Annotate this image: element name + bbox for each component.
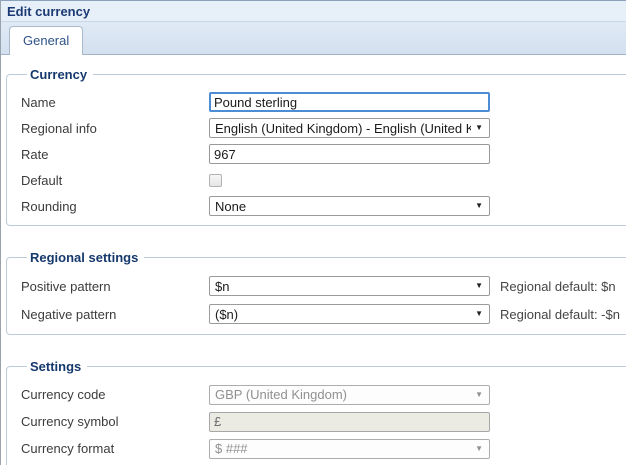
section-regional-settings: Regional settings Positive pattern $n ▼ … [6, 250, 626, 335]
rounding-label: Rounding [21, 199, 209, 214]
currency-code-value: GBP (United Kingdom) [215, 387, 471, 402]
chevron-down-icon: ▼ [475, 124, 483, 132]
positive-pattern-row: Positive pattern $n ▼ Regional default: … [21, 272, 626, 300]
positive-pattern-default-note: Regional default: $n [500, 279, 616, 294]
chevron-down-icon: ▼ [475, 391, 483, 399]
section-currency-legend: Currency [27, 67, 93, 82]
positive-pattern-label: Positive pattern [21, 279, 209, 294]
currency-format-label: Currency format [21, 441, 209, 456]
currency-format-select: $ ### ▼ [209, 439, 490, 459]
currency-symbol-label: Currency symbol [21, 414, 209, 429]
currency-symbol-input [209, 412, 490, 432]
chevron-down-icon: ▼ [475, 310, 483, 318]
currency-symbol-row: Currency symbol [21, 408, 626, 435]
regional-info-select[interactable]: English (United Kingdom) - English (Unit… [209, 118, 490, 138]
page-title: Edit currency [7, 4, 90, 19]
title-bar: Edit currency [1, 0, 626, 22]
negative-pattern-value: ($n) [215, 307, 471, 322]
default-row: Default [21, 167, 626, 193]
chevron-down-icon: ▼ [475, 202, 483, 210]
currency-code-row: Currency code GBP (United Kingdom) ▼ [21, 381, 626, 408]
tab-bar: General [1, 22, 626, 55]
edit-currency-panel: Edit currency General Currency Name Regi… [0, 0, 626, 465]
regional-info-value: English (United Kingdom) - English (Unit… [215, 121, 471, 136]
default-label: Default [21, 173, 209, 188]
negative-pattern-select[interactable]: ($n) ▼ [209, 304, 490, 324]
name-label: Name [21, 95, 209, 110]
rounding-select[interactable]: None ▼ [209, 196, 490, 216]
negative-pattern-default-note: Regional default: -$n [500, 307, 620, 322]
name-row: Name [21, 89, 626, 115]
regional-info-label: Regional info [21, 121, 209, 136]
default-checkbox[interactable] [209, 174, 222, 187]
currency-code-select: GBP (United Kingdom) ▼ [209, 385, 490, 405]
form-content: Currency Name Regional info English (Uni… [1, 55, 626, 465]
tab-general-label: General [23, 33, 69, 48]
rate-label: Rate [21, 147, 209, 162]
section-regional-settings-legend: Regional settings [27, 250, 144, 265]
positive-pattern-select[interactable]: $n ▼ [209, 276, 490, 296]
rate-row: Rate [21, 141, 626, 167]
name-input[interactable] [209, 92, 490, 112]
section-settings-legend: Settings [27, 359, 87, 374]
currency-format-value: $ ### [215, 441, 471, 456]
chevron-down-icon: ▼ [475, 445, 483, 453]
negative-pattern-label: Negative pattern [21, 307, 209, 322]
regional-info-row: Regional info English (United Kingdom) -… [21, 115, 626, 141]
rounding-value: None [215, 199, 471, 214]
negative-pattern-row: Negative pattern ($n) ▼ Regional default… [21, 300, 626, 328]
rate-input[interactable] [209, 144, 490, 164]
currency-format-row: Currency format $ ### ▼ [21, 435, 626, 462]
chevron-down-icon: ▼ [475, 282, 483, 290]
section-currency: Currency Name Regional info English (Uni… [6, 67, 626, 226]
rounding-row: Rounding None ▼ [21, 193, 626, 219]
tab-general[interactable]: General [9, 26, 83, 55]
positive-pattern-value: $n [215, 279, 471, 294]
section-settings: Settings Currency code GBP (United Kingd… [6, 359, 626, 465]
currency-code-label: Currency code [21, 387, 209, 402]
